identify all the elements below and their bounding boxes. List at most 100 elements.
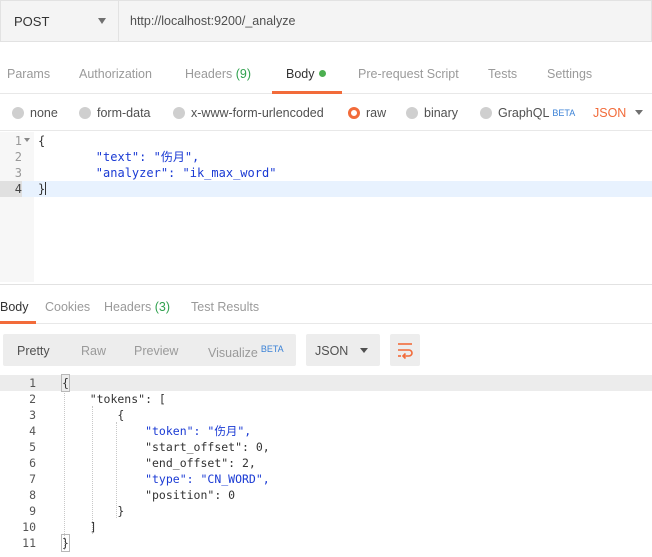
- wrap-lines-button[interactable]: [390, 334, 420, 366]
- response-line: 1 {: [0, 374, 652, 392]
- view-preview-button[interactable]: Preview: [134, 344, 178, 358]
- radio-icon: [79, 107, 91, 119]
- method-select[interactable]: POST: [0, 0, 118, 42]
- response-body-viewer[interactable]: 1 { 2 "tokens": [ 3 { 4 "token": "伤月", 5…: [0, 374, 652, 557]
- request-bar: POST http://localhost:9200/_analyze: [0, 0, 652, 42]
- beta-badge: BETA: [552, 108, 576, 118]
- response-line: 10 ]: [0, 519, 652, 535]
- code-text-content: }: [38, 182, 46, 196]
- tab-pre-request-script[interactable]: Pre-request Script: [358, 67, 459, 81]
- beta-badge: BETA: [260, 344, 284, 354]
- radio-form-data[interactable]: form-data: [79, 106, 151, 120]
- format-label: JSON: [315, 344, 349, 358]
- radio-icon: [173, 107, 185, 119]
- radio-label: none: [30, 106, 58, 120]
- view-pretty-button[interactable]: Pretty: [17, 344, 50, 358]
- code-text: "token": "伤月",: [62, 424, 252, 438]
- chevron-down-icon: [98, 18, 106, 24]
- fold-icon[interactable]: [24, 138, 30, 142]
- editor-line: 1 {: [0, 133, 652, 149]
- tab-params[interactable]: Params: [7, 67, 50, 81]
- tab-label: Headers: [185, 67, 233, 81]
- response-line: 6 "end_offset": 2,: [0, 455, 652, 471]
- status-dot-icon: [318, 70, 326, 77]
- tab-label: Body: [0, 300, 29, 314]
- tab-label: Headers: [104, 300, 152, 314]
- editor-line-active: 4 }: [0, 181, 652, 197]
- tab-label: Settings: [547, 67, 593, 81]
- line-number: 11: [22, 536, 36, 550]
- line-number: 6: [29, 456, 36, 470]
- chevron-down-icon[interactable]: [635, 110, 643, 115]
- response-toolbar: Pretty Raw Preview Visualize BETA JSON: [0, 334, 652, 366]
- body-language-select[interactable]: JSON: [593, 106, 626, 120]
- radio-none[interactable]: none: [12, 106, 58, 120]
- code-text: {: [62, 408, 125, 422]
- tab-tests[interactable]: Tests: [488, 67, 517, 81]
- response-line: 9 }: [0, 503, 652, 519]
- line-number: 4: [0, 181, 22, 197]
- code-text: "type": "CN_WORD",: [62, 472, 270, 486]
- tab-label: Params: [7, 67, 51, 81]
- code-text-content: "text": "伤月",: [66, 150, 200, 164]
- line-number: 5: [29, 440, 36, 454]
- tab-test-results[interactable]: Test Results: [191, 300, 259, 314]
- line-number: 3: [14, 166, 22, 180]
- tab-response-body[interactable]: Body: [0, 300, 29, 314]
- radio-graphql[interactable]: GraphQL BETA: [480, 106, 575, 120]
- radio-label: x-www-form-urlencoded: [191, 106, 324, 120]
- active-tab-indicator: [0, 321, 36, 324]
- url-input[interactable]: http://localhost:9200/_analyze: [118, 0, 652, 42]
- tab-cookies[interactable]: Cookies: [45, 300, 90, 314]
- view-raw-button[interactable]: Raw: [81, 344, 106, 358]
- tab-response-headers[interactable]: Headers (3): [104, 300, 170, 314]
- code-text: }: [62, 504, 125, 518]
- radio-checked-icon: [348, 107, 360, 119]
- response-line: 7 "type": "CN_WORD",: [0, 471, 652, 487]
- chevron-down-icon: [360, 348, 368, 353]
- tab-authorization[interactable]: Authorization: [79, 67, 152, 81]
- radio-binary[interactable]: binary: [406, 106, 458, 120]
- response-format-select[interactable]: JSON: [306, 334, 380, 366]
- response-line: 3 {: [0, 407, 652, 423]
- radio-x-www-form-urlencoded[interactable]: x-www-form-urlencoded: [173, 106, 324, 120]
- code-text: "analyzer": "ik_max_word": [38, 165, 277, 181]
- code-text: "end_offset": 2,: [62, 456, 256, 470]
- line-number: 3: [29, 408, 36, 422]
- tab-label: Body: [286, 67, 315, 81]
- request-body-editor[interactable]: 1 { 2 "text": "伤月", 3 "analyzer": "ik_ma…: [0, 132, 652, 282]
- tab-label: Tests: [488, 67, 518, 81]
- code-text: ]: [62, 520, 97, 534]
- response-line: 2 "tokens": [: [0, 391, 652, 407]
- radio-icon: [480, 107, 492, 119]
- radio-label: GraphQL: [498, 106, 550, 120]
- line-number: 1: [14, 134, 22, 148]
- radio-icon: [12, 107, 24, 119]
- tab-settings[interactable]: Settings: [547, 67, 592, 81]
- radio-label: raw: [366, 106, 387, 120]
- code-text: "position": 0: [62, 488, 236, 502]
- line-number: 7: [29, 472, 36, 486]
- tab-label: Authorization: [79, 67, 152, 81]
- code-text: "text": "伤月",: [38, 149, 199, 165]
- radio-label: binary: [424, 106, 459, 120]
- code-text-content: "analyzer": "ik_max_word": [66, 166, 277, 180]
- radio-icon: [406, 107, 418, 119]
- line-number: 2: [14, 150, 22, 164]
- response-line: 5 "start_offset": 0,: [0, 439, 652, 455]
- radio-label: form-data: [97, 106, 151, 120]
- request-tabs: Params Authorization Headers (9) Body Pr…: [0, 52, 652, 94]
- code-text: "start_offset": 0,: [62, 440, 270, 454]
- url-text: http://localhost:9200/_analyze: [130, 14, 296, 28]
- code-text: {: [38, 134, 46, 148]
- tab-headers[interactable]: Headers (9): [185, 67, 251, 81]
- code-text: }: [38, 181, 47, 197]
- radio-raw[interactable]: raw: [348, 106, 386, 120]
- headers-count: (3): [154, 300, 171, 314]
- editor-line: 2 "text": "伤月",: [0, 149, 652, 165]
- response-line: 11 }: [0, 534, 652, 552]
- code-text: "tokens": [: [62, 392, 166, 406]
- tab-body[interactable]: Body: [286, 67, 326, 81]
- view-visualize-button[interactable]: Visualize BETA: [208, 344, 284, 360]
- headers-count: (9): [235, 67, 252, 81]
